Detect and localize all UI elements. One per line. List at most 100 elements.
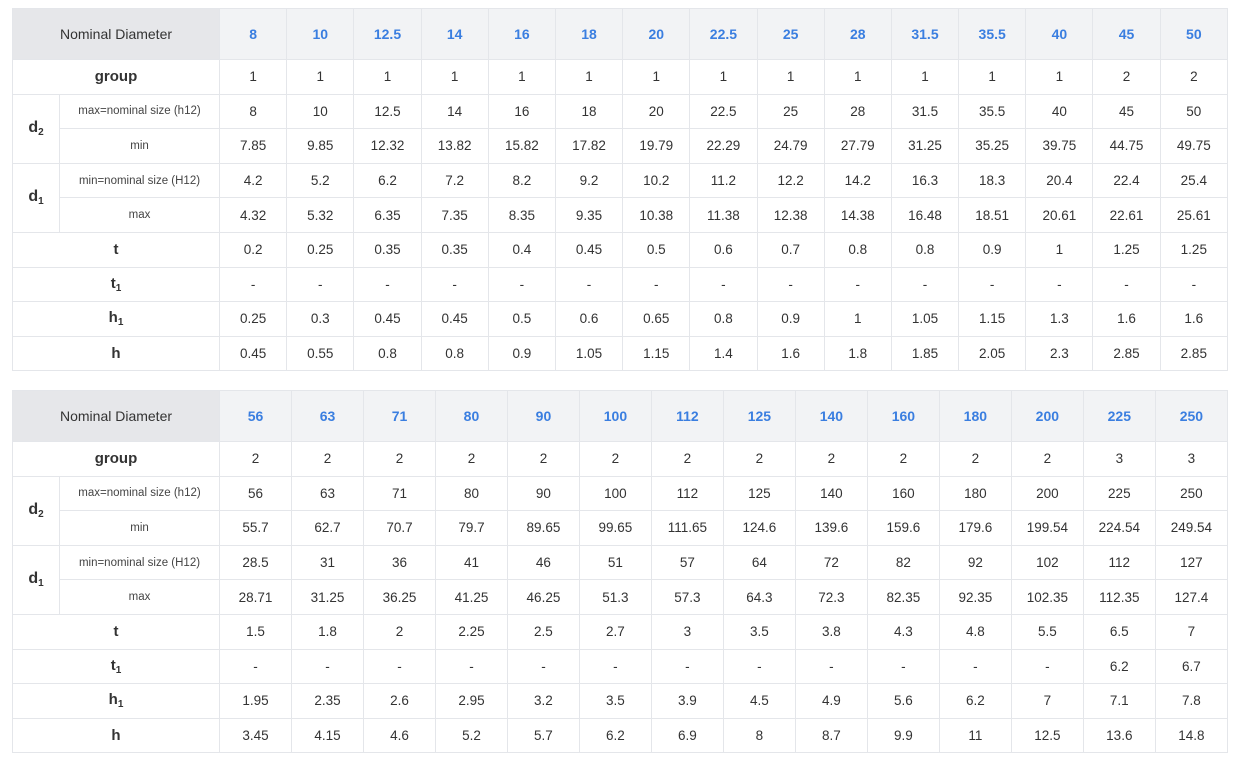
group-row-cell: 1 [622,59,691,95]
d1-min-row-cell: 36 [362,544,436,581]
d1-max-row-cell: 82.35 [866,579,940,615]
group-row-cell: 2 [650,441,724,477]
d1-max-row-cell: 25.61 [1159,197,1229,233]
d1-min-row-cell: 31 [291,544,364,581]
d2-min-row-cell: 13.82 [420,128,489,164]
d2-min-label: min [58,128,221,164]
d2-min-row-cell: 111.65 [650,510,724,546]
h1-row-cell: 0.3 [286,301,355,337]
h-row-cell: 1.6 [756,335,825,372]
diameter-header: 180 [938,390,1012,442]
diameter-header: 35.5 [958,8,1027,60]
t-row-cell: 4.3 [866,613,940,650]
d1-min-row-cell: 18.3 [958,162,1027,199]
d2-max-row-cell: 160 [866,475,940,512]
h1-row-cell: 0.9 [756,301,825,337]
group-row-cell: 1 [958,59,1027,95]
d1-max-row-cell: 14.38 [823,197,892,233]
t1-row: t1- - - - - - - - - - - - - - - [11,266,1229,303]
d2-min-row-cell: 7.85 [219,128,288,164]
d1-min-row-cell: 82 [866,544,940,581]
h1-label-letter: h [108,691,118,709]
group-row-cell: 1 [823,59,892,95]
d1-min-row-cell: 28.5 [219,544,292,581]
t-row-cell: 1 [1025,231,1094,268]
t-row-cell: 3.8 [794,613,868,650]
h-row-cell: 2.3 [1025,335,1094,372]
t1-row-cell: - [794,648,868,685]
d2-max-row-cell: 90 [506,475,580,512]
diameter-header: 10 [286,8,355,60]
group-row-cell: 1 [420,59,489,95]
d1-max-row-cell: 12.38 [756,197,825,233]
d1-min-row-cell: 46 [506,544,580,581]
t-row-cell: 6.5 [1082,613,1156,650]
h1-row-cell: 4.5 [722,683,796,719]
d2-max-row-cell: 50 [1159,93,1229,130]
t1-row-cell: - [353,266,422,303]
d1-min-row-cell: 16.3 [890,162,960,199]
diameter-header: 18 [554,8,624,60]
h-row-cell: 8 [722,717,796,754]
d1-max-row-cell: 7.35 [420,197,489,233]
h1-row-cell: 0.45 [353,301,422,337]
d2-min-row-cell: 124.6 [722,510,796,546]
h1-row-cell: 0.8 [689,301,758,337]
t1-row-cell: - [866,648,940,685]
h-row-cell: 11 [938,717,1012,754]
d1-min-row-cell: 92 [938,544,1012,581]
t1-row-cell: - [362,648,436,685]
d1-min-row-cell: 51 [578,544,652,581]
d2-min-label: min [58,510,221,546]
d2-min-row-cell: 70.7 [362,510,436,546]
h1-label: h1 [11,683,221,719]
t-row-cell: 3.5 [722,613,796,650]
d1-min-row-cell: 10.2 [622,162,691,199]
h-row-cell: 13.6 [1082,717,1156,754]
diameter-header: 125 [722,390,796,442]
d1-max-row: max 4.32 5.32 6.35 7.35 8.35 9.35 10.38 11.38 12.… [13,197,1229,233]
diameter-header: 200 [1010,390,1084,442]
t1-label-subscript: 1 [115,282,122,294]
t-row-cell: 0.9 [958,231,1027,268]
spec-table-2: Nominal Diameter 56 63 71 80 90 100 112 125 140 16… [11,390,1229,754]
h1-row-cell: 1.15 [958,301,1027,337]
t1-row-cell: - [219,648,292,685]
d1-max-row-cell: 92.35 [938,579,1012,615]
h1-row-cell: 5.6 [866,683,940,719]
d2-min-row-cell: 19.79 [622,128,691,164]
d2-max-row: d2 max=nominal size (h12) 8 10 12.5 14 16 18 20 2… [12,93,1229,164]
d2-label-letter: d [28,501,39,519]
d1-label-subscript: 1 [38,578,44,590]
diameter-header: 45 [1092,8,1161,60]
t1-row-cell: - [622,266,691,303]
h1-row-cell: 7.1 [1082,683,1156,719]
h-row-cell: 4.6 [362,717,436,754]
d2-max-row: d2 max=nominal size (h12) 56 63 71 80 90 100 112… [12,475,1229,546]
d1-min-row-cell: 64 [722,544,796,581]
d2-max-row-cell: 140 [794,475,868,512]
h-row-cell: 9.9 [866,717,940,754]
diameter-header: 31.5 [890,8,960,60]
group-row-cell: 1 [487,59,556,95]
h1-row-cell: 0.25 [219,301,288,337]
h-row-cell: 1.4 [689,335,758,372]
d2-min-row: min 55.7 62.7 70.7 79.7 89.65 99.65 111.65 124.6… [13,510,1229,546]
d2-label: d2 [12,475,60,546]
t-row-cell: 2.5 [506,613,580,650]
h-row-cell: 1.15 [622,335,691,372]
d2-min-row-cell: 55.7 [219,510,292,546]
group-row-cell: 1 [756,59,825,95]
t1-row-cell: - [938,648,1012,685]
h-row-cell: 5.7 [506,717,580,754]
diameter-header: 50 [1159,8,1229,60]
h1-label-subscript: 1 [117,699,124,711]
d2-max-row-cell: 125 [722,475,796,512]
d2-max-row-cell: 31.5 [890,93,960,130]
d2-min-row-cell: 12.32 [353,128,422,164]
diameter-header: 8 [219,8,288,60]
h-row-cell: 0.9 [487,335,556,372]
t-row-cell: 0.25 [286,231,355,268]
t-row-cell: 2.25 [434,613,508,650]
d2-max-row-cell: 20 [622,93,691,130]
